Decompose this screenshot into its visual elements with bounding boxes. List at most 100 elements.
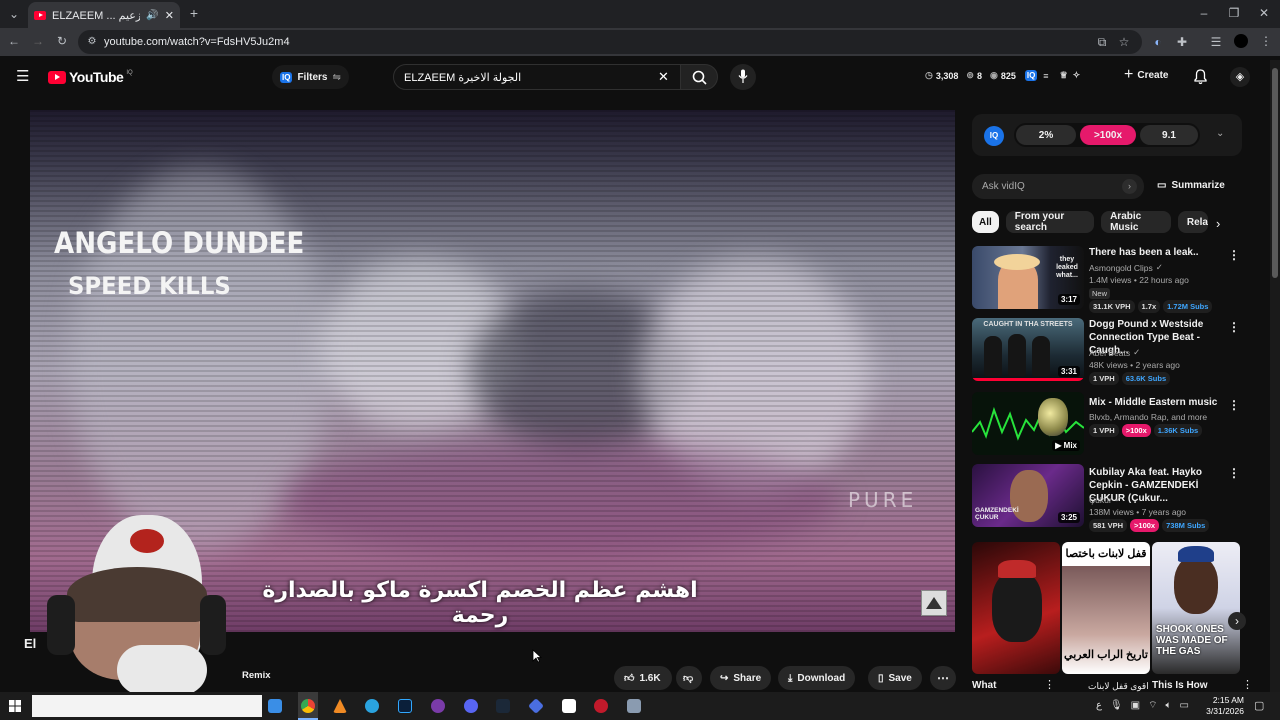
short-title[interactable]: What xyxy=(972,680,996,691)
volume-tray-icon[interactable]: 🔈︎ xyxy=(1166,700,1172,711)
vidiq-metric-1[interactable]: 2% xyxy=(1016,125,1076,145)
microphone-tray-icon[interactable]: 🎙︎ xyxy=(1110,700,1123,711)
recommendation-item[interactable]: they leaked what... 3:17 There has been … xyxy=(972,246,1242,313)
bookmark-star-icon[interactable]: ☆ xyxy=(1116,35,1132,49)
short-thumbnail[interactable]: قفل لابنات باختصا تاريخ الراب العربي xyxy=(1062,542,1150,674)
wifi-tray-icon[interactable]: ⌔ xyxy=(1148,699,1157,712)
audio-icon[interactable]: 🔊 xyxy=(146,10,158,21)
video-thumbnail[interactable]: ▶︎ Mix xyxy=(972,392,1084,455)
window-close-icon[interactable]: ✕ xyxy=(1256,6,1272,20)
chip-arabic-music[interactable]: Arabic Music xyxy=(1101,211,1171,233)
video-thumbnail[interactable]: they leaked what... 3:17 xyxy=(972,246,1084,309)
more-actions-button[interactable]: ⋯ xyxy=(930,666,956,690)
dislike-button[interactable]: 👎︎ xyxy=(676,666,702,690)
reload-icon[interactable]: ↻ xyxy=(54,34,70,48)
search-input[interactable]: ELZAEEM الجولة الاخيرة ✕ xyxy=(393,64,685,90)
channel-name-fragment[interactable]: El xyxy=(24,636,36,651)
vidiq-logo[interactable]: IQ xyxy=(984,126,1004,146)
chip-all[interactable]: All xyxy=(972,211,999,233)
recommendation-item[interactable]: GAMZENDEKİ ÇUKUR 3:25 Kubilay Aka feat. … xyxy=(972,464,1242,532)
notification-center-icon[interactable]: ▢ xyxy=(1254,699,1264,712)
vlc-icon[interactable] xyxy=(333,699,347,713)
video-thumbnail[interactable]: CAUGHT IN THA STREETS 3:31 xyxy=(972,318,1084,381)
restore-icon[interactable]: ❐ xyxy=(1226,6,1242,20)
shorts-next-icon[interactable]: › xyxy=(1228,612,1246,630)
video-thumbnail[interactable]: GAMZENDEKİ ÇUKUR 3:25 xyxy=(972,464,1084,527)
photoshop-icon[interactable] xyxy=(398,699,412,713)
short-more-icon[interactable]: ⋮ xyxy=(1242,678,1253,691)
hamburger-menu-icon[interactable]: ☰ xyxy=(16,69,29,84)
spark-icon[interactable]: ✧ xyxy=(1073,70,1081,81)
remix-button[interactable]: Remix ⌄ xyxy=(242,670,272,681)
puzzle-extensions-icon[interactable]: ✚ xyxy=(1174,35,1190,49)
panel-chevron-icon[interactable]: ⌄ xyxy=(1216,128,1224,139)
steam-icon[interactable] xyxy=(496,699,510,713)
short-title[interactable]: اقوى قفل لابنات xyxy=(1088,681,1149,692)
short-more-icon[interactable]: ⋮ xyxy=(1044,678,1055,691)
app-icon-12[interactable] xyxy=(627,699,641,713)
file-explorer-icon[interactable] xyxy=(268,699,282,713)
ask-vidiq-input[interactable]: Ask vidIQ › xyxy=(972,174,1144,199)
taskbar-search-box[interactable] xyxy=(32,695,262,717)
tab-search-icon[interactable]: ⌄ xyxy=(6,7,22,21)
search-button[interactable] xyxy=(680,64,718,90)
discord-icon[interactable] xyxy=(464,699,478,713)
short-title[interactable]: This Is How xyxy=(1152,680,1208,691)
capcut-icon[interactable] xyxy=(562,699,576,713)
save-button[interactable]: ▯ Save xyxy=(868,666,922,690)
lang-indicator[interactable]: ع xyxy=(1096,700,1102,711)
list-icon[interactable]: ≡ xyxy=(1043,71,1048,81)
vidiq-header-icon[interactable]: IQ xyxy=(1024,70,1038,81)
download-button[interactable]: ⤓ Download xyxy=(778,666,856,690)
new-tab-icon[interactable]: + xyxy=(186,6,202,20)
channel-name[interactable]: Asmongold Clips ✓ xyxy=(1089,262,1163,273)
profile-avatar[interactable] xyxy=(1234,34,1248,48)
channel-name[interactable]: Blvxb, Armando Rap, and more xyxy=(1089,412,1207,422)
page-scrollbar[interactable] xyxy=(1270,60,1280,692)
filters-button[interactable]: IQ Filters ⇋ xyxy=(272,65,349,89)
vidiq-metric-3[interactable]: 9.1 xyxy=(1140,125,1198,145)
trophy-icon[interactable]: ♕ xyxy=(1060,70,1068,81)
browser-tab[interactable]: ELZAEEM ... الجولة الأخيرة .. الزعيم 🔊 ✕ xyxy=(28,2,180,28)
scrollbar-thumb[interactable] xyxy=(1272,68,1278,278)
share-button[interactable]: ↪ Share xyxy=(710,666,772,690)
forward-icon[interactable]: → xyxy=(30,34,46,48)
app-icon-11[interactable] xyxy=(594,699,608,713)
short-thumbnail[interactable] xyxy=(972,542,1060,674)
more-options-icon[interactable]: ⋮ xyxy=(1228,248,1240,262)
windows-start-icon[interactable] xyxy=(9,700,21,712)
short-thumbnail[interactable]: SHOOK ONES WAS MADE OF THE GAS xyxy=(1152,542,1240,674)
channel-watermark-icon[interactable] xyxy=(921,590,947,616)
chrome-icon[interactable] xyxy=(301,699,315,713)
youtube-logo[interactable]: YouTube IQ xyxy=(48,69,133,85)
chip-related[interactable]: Rela xyxy=(1177,211,1208,233)
channel-name[interactable]: Çukur ✓ xyxy=(1089,494,1122,505)
install-icon[interactable]: ⧉ xyxy=(1094,35,1110,49)
account-avatar[interactable]: ◈ xyxy=(1230,67,1250,87)
chips-next-icon[interactable]: › xyxy=(1216,216,1220,231)
recommendation-item[interactable]: CAUGHT IN THA STREETS 3:31 Dogg Pound x … xyxy=(972,318,1242,385)
create-button[interactable]: + Create xyxy=(1124,67,1168,83)
app-icon-6[interactable] xyxy=(431,699,445,713)
send-icon[interactable]: › xyxy=(1122,179,1137,194)
clear-search-icon[interactable]: ✕ xyxy=(658,69,669,85)
app-icon-9[interactable] xyxy=(528,698,544,714)
like-button[interactable]: 👍︎ 1.6K xyxy=(614,666,672,690)
battery-tray-icon[interactable]: ▭ xyxy=(1180,700,1189,711)
summarize-button[interactable]: ▭ Summarize xyxy=(1157,180,1225,191)
reading-list-icon[interactable]: ☰ xyxy=(1208,35,1224,49)
voice-search-button[interactable] xyxy=(730,64,756,90)
network-tray-icon[interactable]: ▣ xyxy=(1131,700,1140,711)
video-title[interactable]: There has been a leak.. xyxy=(1089,246,1229,259)
video-title[interactable]: Mix - Middle Eastern music xyxy=(1089,396,1229,409)
telegram-icon[interactable] xyxy=(365,699,379,713)
site-info-icon[interactable]: ⚙ xyxy=(84,35,100,49)
chrome-menu-icon[interactable]: ⋮ xyxy=(1258,34,1274,48)
minimize-icon[interactable]: – xyxy=(1196,6,1212,20)
more-options-icon[interactable]: ⋮ xyxy=(1228,398,1240,412)
url-field[interactable]: ⚙ youtube.com/watch?v=FdsHV5Ju2m4 ⧉ ☆ xyxy=(78,30,1142,54)
more-options-icon[interactable]: ⋮ xyxy=(1228,320,1240,334)
channel-name[interactable]: Abel Beats ✓ xyxy=(1089,347,1140,358)
extension-icon[interactable]: ◐ xyxy=(1150,35,1166,49)
notifications-bell-icon[interactable] xyxy=(1193,68,1208,85)
